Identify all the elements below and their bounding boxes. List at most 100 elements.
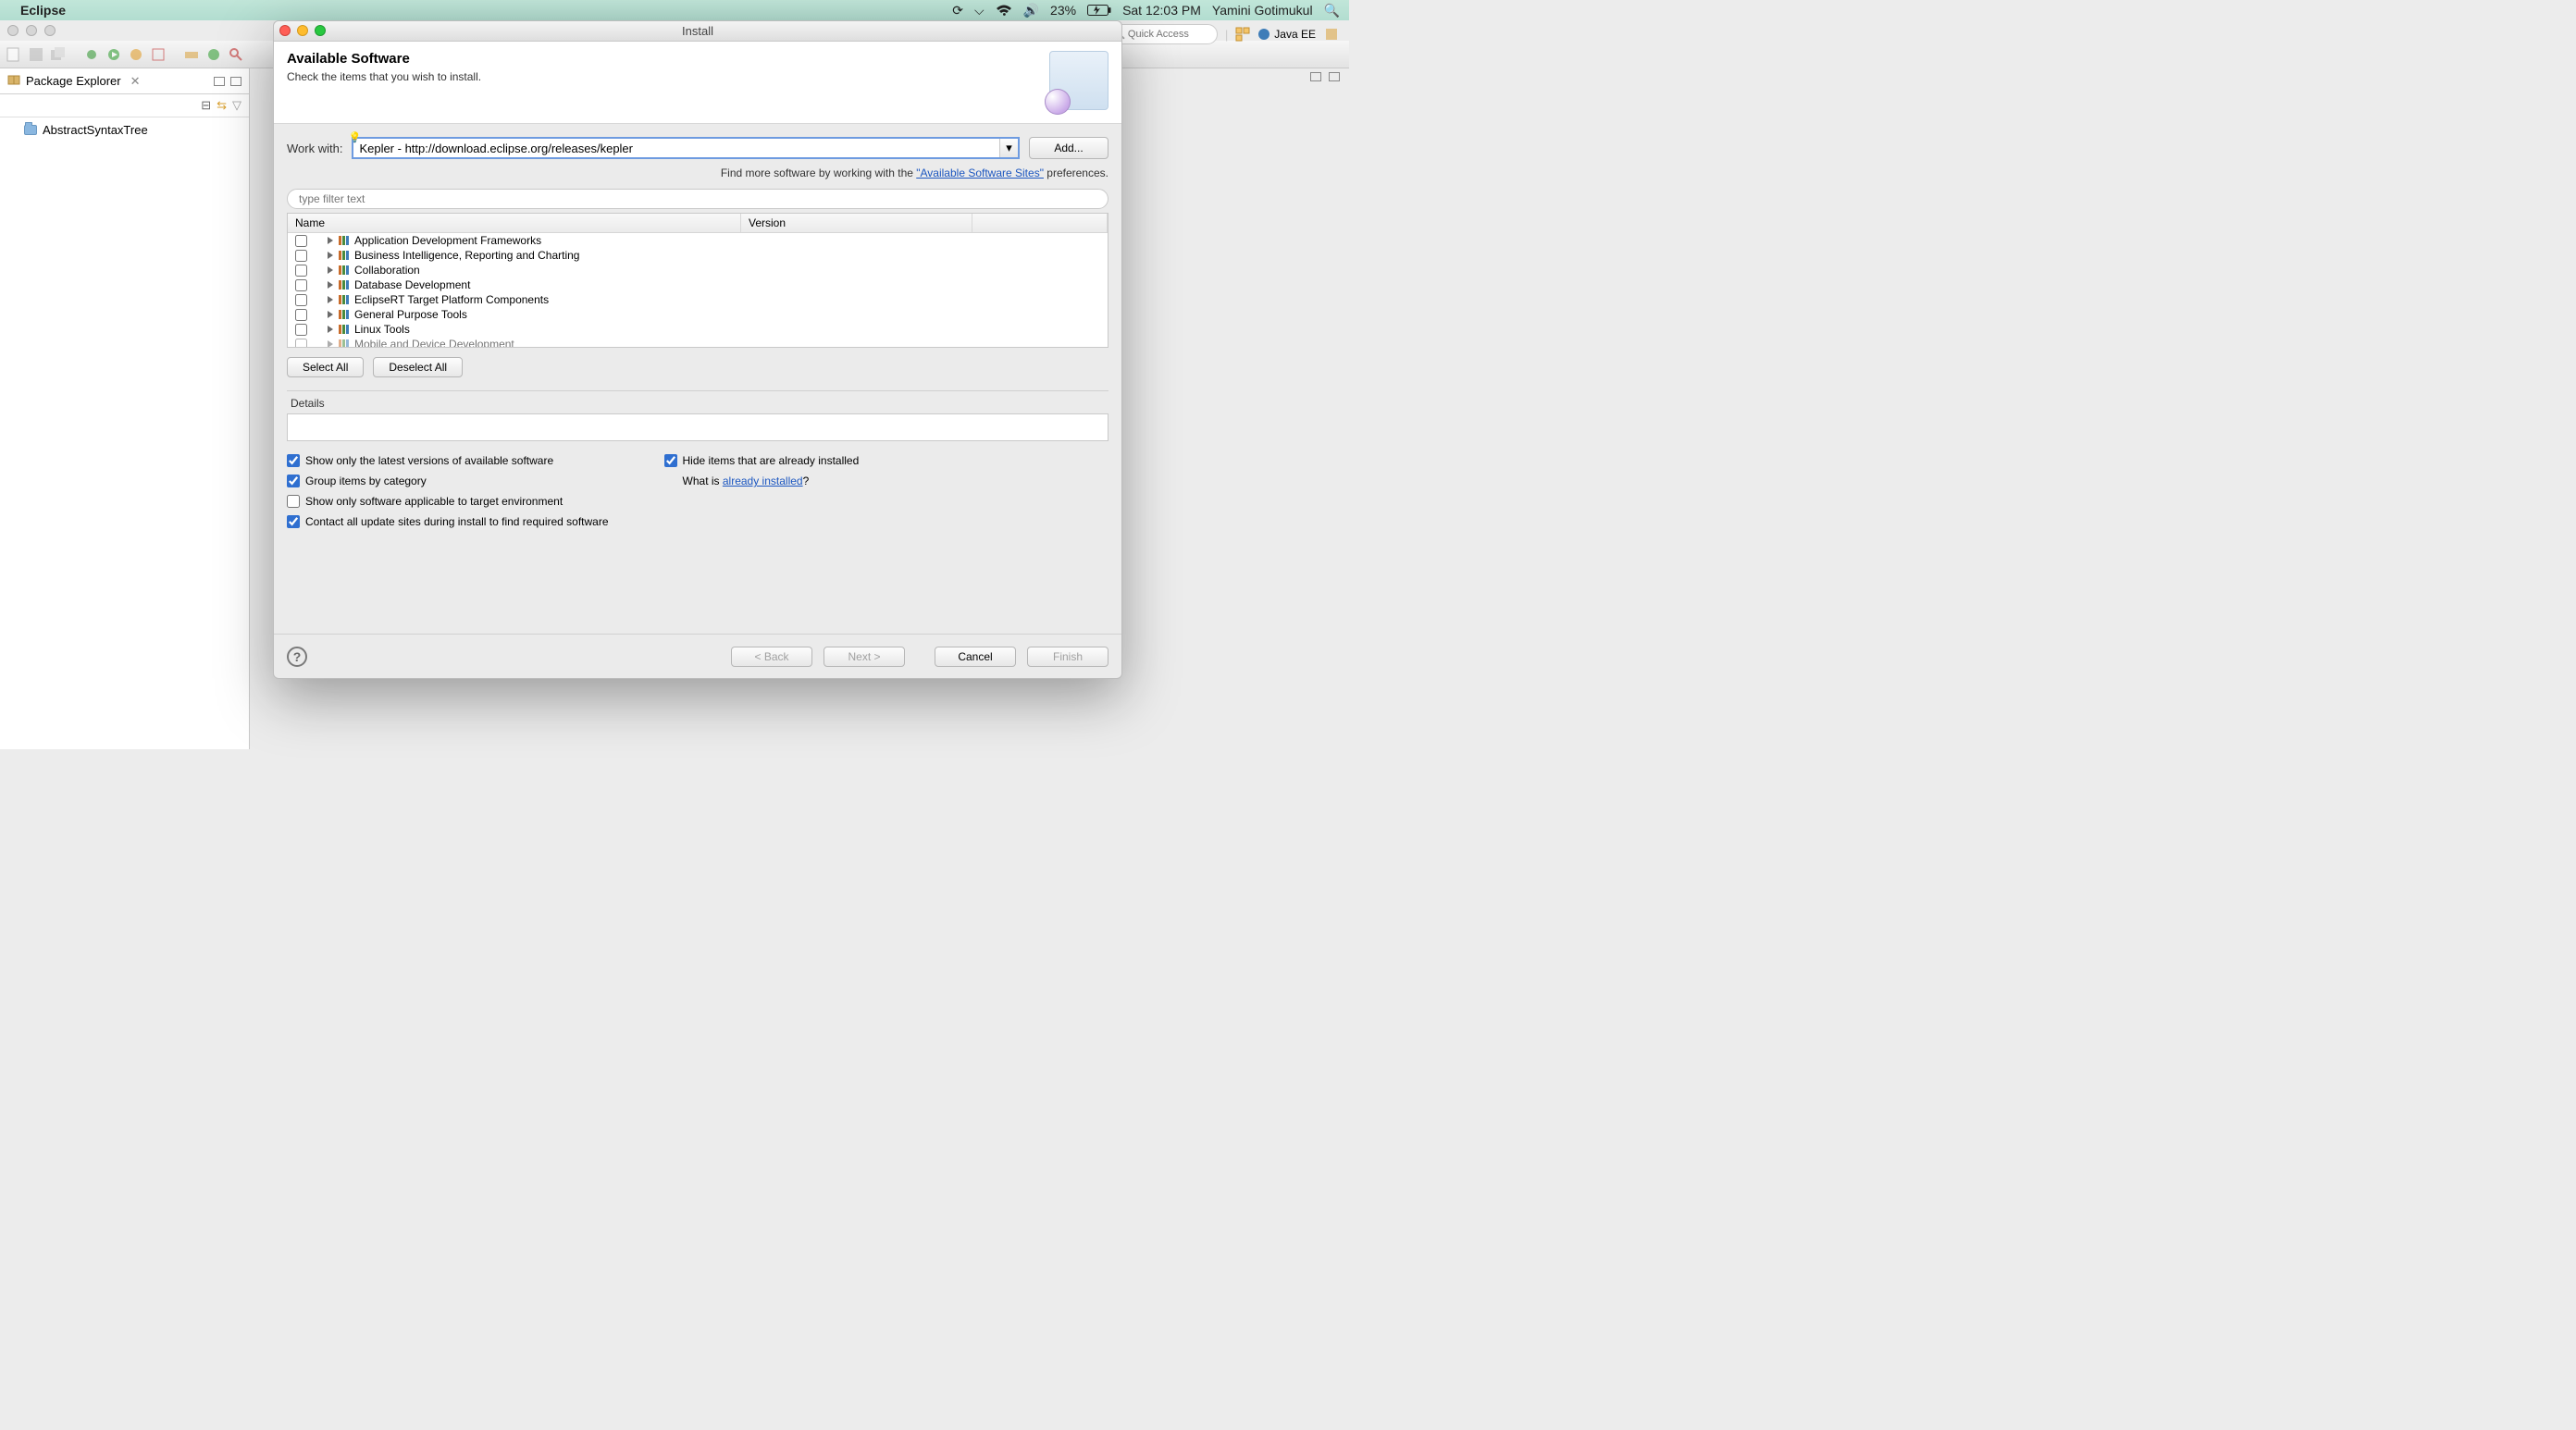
dialog-minimize-icon[interactable] [297,25,308,36]
category-row[interactable]: Database Development [288,277,1108,292]
menubar-user[interactable]: Yamini Gotimukul [1212,3,1313,18]
disclosure-icon[interactable] [328,326,333,333]
category-row[interactable]: Mobile and Device Development [288,337,1108,347]
category-checkbox[interactable] [295,250,307,262]
category-checkbox[interactable] [295,309,307,321]
collapse-all-icon[interactable]: ⊟ [201,98,211,113]
perspective-label: Java EE [1274,28,1316,41]
category-row[interactable]: General Purpose Tools [288,307,1108,322]
disclosure-icon[interactable] [328,340,333,347]
category-checkbox[interactable] [295,294,307,306]
menubar-app-name[interactable]: Eclipse [20,3,66,18]
new-icon[interactable] [6,46,22,63]
category-icon [339,265,349,275]
category-label: Linux Tools [354,323,410,336]
category-icon [339,310,349,319]
column-name[interactable]: Name [288,214,741,232]
run-last-icon[interactable] [128,46,144,63]
category-row[interactable]: Linux Tools [288,322,1108,337]
pe-minimize-icon[interactable] [214,77,225,86]
timemachine-icon[interactable]: ⟳ [952,3,963,18]
category-checkbox[interactable] [295,235,307,247]
finish-button[interactable]: Finish [1027,647,1108,667]
save-icon[interactable] [28,46,44,63]
category-checkbox[interactable] [295,324,307,336]
opt-latest-versions[interactable]: Show only the latest versions of availab… [287,454,609,467]
open-perspective-icon[interactable] [1235,27,1250,42]
category-label: Mobile and Device Development [354,338,514,347]
select-all-button[interactable]: Select All [287,357,364,377]
battery-percent: 23% [1050,3,1076,18]
category-row[interactable]: Collaboration [288,263,1108,277]
project-name: AbstractSyntaxTree [43,123,148,137]
dialog-close-icon[interactable] [279,25,291,36]
disclosure-icon[interactable] [328,311,333,318]
run-icon[interactable] [105,46,122,63]
category-icon [339,295,349,304]
category-row[interactable]: Business Intelligence, Reporting and Cha… [288,248,1108,263]
pe-maximize-icon[interactable] [230,77,242,86]
cancel-button[interactable]: Cancel [935,647,1016,667]
category-row[interactable]: EclipseRT Target Platform Components [288,292,1108,307]
opt-target-checkbox[interactable] [287,495,300,508]
quick-access-input[interactable]: Quick Access [1107,24,1218,44]
disclosure-icon[interactable] [328,266,333,274]
view-close-icon[interactable]: ✕ [130,74,141,89]
install-graphic-icon [1049,51,1108,110]
work-with-combo[interactable]: 💡 ▾ [352,137,1020,159]
perspective-other-icon[interactable] [1323,26,1340,43]
category-row[interactable]: Application Development Frameworks [288,233,1108,248]
battery-icon[interactable] [1087,5,1111,16]
link-editor-icon[interactable]: ⇆ [217,98,227,113]
volume-icon[interactable]: 🔊 [1023,3,1039,18]
disclosure-icon[interactable] [328,237,333,244]
available-sites-link[interactable]: "Available Software Sites" [916,166,1044,179]
filter-input[interactable] [287,189,1108,209]
next-button[interactable]: Next > [824,647,905,667]
opt-contact-checkbox[interactable] [287,515,300,528]
external-tools-icon[interactable] [150,46,167,63]
opt-group-checkbox[interactable] [287,475,300,487]
column-version[interactable]: Version [741,214,972,232]
menubar-clock[interactable]: Sat 12:03 PM [1122,3,1201,18]
combo-dropdown-icon[interactable]: ▾ [999,139,1018,157]
debug-icon[interactable] [83,46,100,63]
disclosure-icon[interactable] [328,252,333,259]
perspective-java-ee[interactable]: Java EE [1257,28,1316,41]
spotlight-icon[interactable]: 🔍 [1324,3,1340,18]
deselect-all-button[interactable]: Deselect All [373,357,463,377]
category-icon [339,280,349,290]
project-tree-item[interactable]: AbstractSyntaxTree [0,121,249,139]
opt-group-category[interactable]: Group items by category [287,475,609,487]
dialog-titlebar: Install [274,21,1121,42]
view-menu-icon[interactable]: ▽ [232,98,242,113]
dialog-title: Install [682,24,713,38]
opt-target-env[interactable]: Show only software applicable to target … [287,495,609,508]
opt-latest-checkbox[interactable] [287,454,300,467]
disclosure-icon[interactable] [328,281,333,289]
software-tree: Name Version Application Development Fra… [287,213,1108,348]
already-installed-link[interactable]: already installed [723,475,803,487]
work-with-input[interactable] [353,139,999,157]
category-checkbox[interactable] [295,339,307,348]
search-icon[interactable] [228,46,244,63]
window-minimize-icon[interactable] [26,25,37,36]
category-checkbox[interactable] [295,279,307,291]
bluetooth-icon[interactable]: ⌵ [974,3,985,18]
open-type-icon[interactable] [205,46,222,63]
category-checkbox[interactable] [295,265,307,277]
add-site-button[interactable]: Add... [1029,137,1108,159]
opt-contact-sites[interactable]: Contact all update sites during install … [287,515,609,528]
new-server-icon[interactable] [183,46,200,63]
opt-hide-checkbox[interactable] [664,454,677,467]
window-zoom-icon[interactable] [44,25,56,36]
dialog-zoom-icon[interactable] [315,25,326,36]
help-icon[interactable]: ? [287,647,307,667]
save-all-icon[interactable] [50,46,67,63]
window-close-icon[interactable] [7,25,19,36]
category-icon [339,251,349,260]
disclosure-icon[interactable] [328,296,333,303]
opt-hide-installed[interactable]: Hide items that are already installed [664,454,860,467]
back-button[interactable]: < Back [731,647,812,667]
wifi-icon[interactable] [996,5,1012,17]
